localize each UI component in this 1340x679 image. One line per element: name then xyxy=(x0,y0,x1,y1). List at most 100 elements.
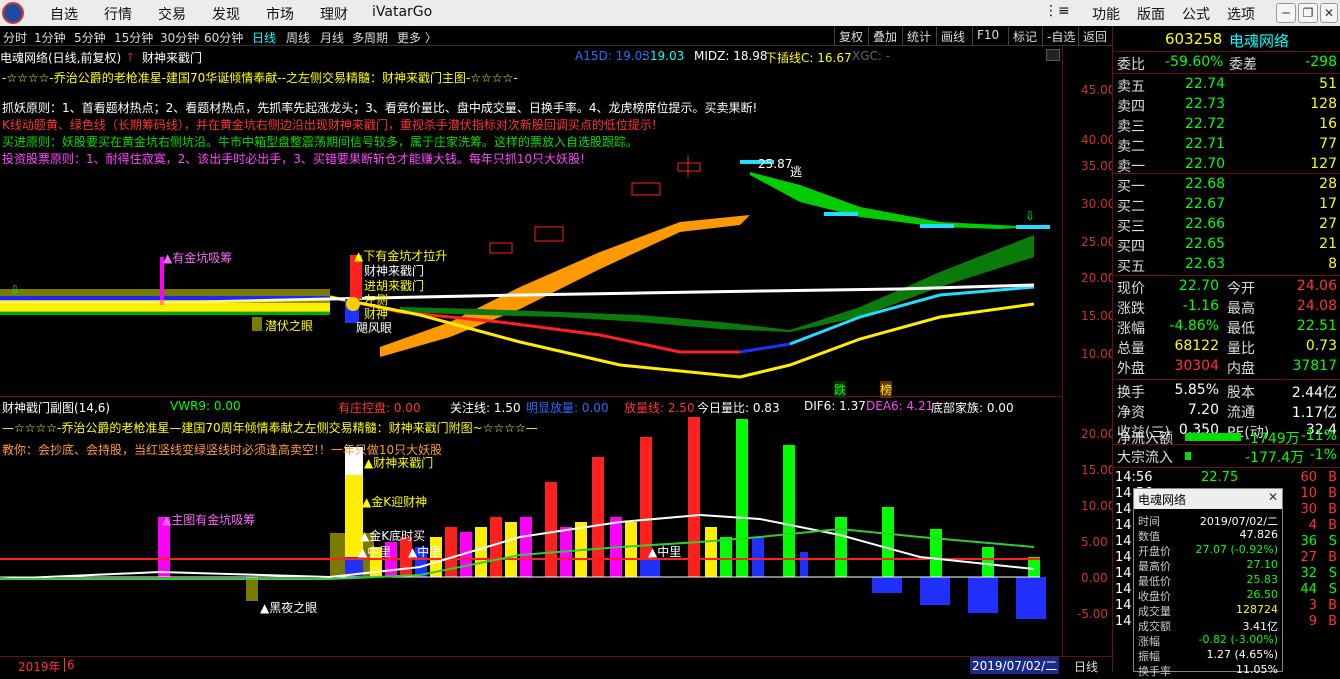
tick-side: B xyxy=(1328,518,1337,533)
sub-ann-jindi: ▲金K底时买 xyxy=(360,529,426,543)
xiachaxian-value: 下插线C: 16.67 xyxy=(765,51,852,65)
tick-side: S xyxy=(1328,582,1337,597)
menu-item-banmian[interactable]: 版面 xyxy=(1137,4,1165,24)
period-daily[interactable]: 日线 xyxy=(252,29,276,46)
period-more[interactable]: 更多 〉 xyxy=(397,29,437,46)
desc-line-1: -☆☆☆☆-乔治公爵的老枪准星-建国70华诞倾情奉献--之左侧交易精髓：财神来戳… xyxy=(2,71,518,85)
period-fenshi[interactable]: 分时 xyxy=(3,29,27,46)
sub-ann-heiye: ▲黑夜之眼 xyxy=(260,601,318,615)
stat2-value: 2.44亿 xyxy=(1291,385,1337,401)
popup-row: 成交额 3.41亿 xyxy=(1134,618,1282,633)
menu-item-gongneng[interactable]: 功能 xyxy=(1092,4,1120,24)
menu-item-ivatargo[interactable]: iVatarGo xyxy=(372,4,432,20)
jlr-value: -1749万 xyxy=(1245,431,1300,447)
period-1min[interactable]: 1分钟 xyxy=(34,29,66,46)
ask-volume: 127 xyxy=(1310,156,1337,172)
stat-value: -4.86% xyxy=(1169,318,1219,334)
ask-volume: 16 xyxy=(1319,116,1337,132)
toolbar-biaoji[interactable]: 标记 xyxy=(1008,27,1041,45)
stat2-label: 股本 xyxy=(1227,385,1255,401)
period-monthly[interactable]: 月线 xyxy=(320,29,344,46)
menu-item-shichang[interactable]: 市场 xyxy=(266,4,294,24)
stat-label: 涨幅 xyxy=(1117,321,1145,337)
popup-row: 最高价 27.10 xyxy=(1134,558,1282,573)
stat2-row: 净资 7.20 流通 1.17亿 xyxy=(1113,401,1340,421)
bar xyxy=(800,552,808,577)
stat-value: 24.08 xyxy=(1296,298,1337,314)
toolbar-zixuan[interactable]: -自选 xyxy=(1042,27,1079,45)
popup-value: 2019/07/02/二 xyxy=(1199,515,1278,528)
ask-label: 卖五 xyxy=(1117,79,1145,95)
stat-label: 现价 xyxy=(1117,281,1145,297)
bid-row: 买二 22.67 17 xyxy=(1113,195,1340,215)
toolbar-huaxian[interactable]: 画线 xyxy=(936,27,969,45)
ask-price: 22.70 xyxy=(1185,156,1226,172)
menu-item-gongshi[interactable]: 公式 xyxy=(1182,4,1210,24)
sub-title[interactable]: 财神戳门副图(14,6) xyxy=(2,399,110,416)
bid-price: 22.63 xyxy=(1185,256,1226,272)
tick-side: B xyxy=(1328,598,1337,613)
bid-volume: 21 xyxy=(1319,236,1337,252)
bid-price: 22.66 xyxy=(1185,216,1226,232)
popup-value: 3.41亿 xyxy=(1242,620,1279,633)
weicha-value: -298 xyxy=(1305,54,1337,70)
ask-volume: 77 xyxy=(1319,136,1337,152)
up-arrow-icon: 🡑 xyxy=(127,50,134,64)
menu-item-hangqing[interactable]: 行情 xyxy=(104,4,132,24)
stat-label: 总量 xyxy=(1117,341,1145,357)
stat2-value: 1.17亿 xyxy=(1291,405,1337,421)
sub-ann-zm1: ▲中里 xyxy=(358,545,392,559)
bid-price: 22.68 xyxy=(1185,176,1226,192)
period-15min[interactable]: 15分钟 xyxy=(114,29,153,46)
bar xyxy=(640,559,660,577)
tick-side: B xyxy=(1328,550,1337,565)
bid-label: 买四 xyxy=(1117,239,1145,255)
period-30min[interactable]: 30分钟 xyxy=(160,29,199,46)
popup-value: 47.826 xyxy=(1239,528,1279,541)
menu-item-xuanxiang[interactable]: 选项 xyxy=(1227,4,1255,24)
main-chart-panel[interactable]: 电魂网络(日线,前复权) 🡑 财神来戳门 A15D: 19.03 : 19.03… xyxy=(0,47,1062,398)
xgc-value: XGC: - xyxy=(852,49,891,63)
bar xyxy=(968,577,998,613)
toolbar-tongji[interactable]: 统计 xyxy=(902,27,935,45)
bid-volume: 17 xyxy=(1319,196,1337,212)
ask-price: 22.73 xyxy=(1185,96,1226,112)
period-weekly[interactable]: 周线 xyxy=(286,29,310,46)
toolbar-diejia[interactable]: 叠加 xyxy=(868,27,901,45)
weicha-label: 委差 xyxy=(1229,57,1257,73)
popup-key: 涨幅 xyxy=(1138,635,1160,648)
bar xyxy=(982,547,994,577)
menu-item-licai[interactable]: 理财 xyxy=(320,4,348,24)
weibi-row: 委比 -59.60% 委差 -298 xyxy=(1113,53,1340,73)
period-60min[interactable]: 60分钟 xyxy=(204,29,243,46)
app-logo-icon[interactable] xyxy=(2,2,24,24)
scroll-handle[interactable] xyxy=(1046,49,1060,61)
menu-item-faxian[interactable]: 发现 xyxy=(212,4,240,24)
popup-close-icon[interactable]: ✕ xyxy=(1268,490,1278,504)
toolbar-fanhui[interactable]: 返回 xyxy=(1078,27,1111,45)
dz-row: 大宗流入 -177.4万 -1% xyxy=(1113,446,1340,466)
ytick-10: 10.00 xyxy=(1081,347,1116,361)
sub-ytick-15: 15.00 xyxy=(1081,463,1116,477)
menu-item-zixuan[interactable]: 自选 xyxy=(50,4,78,24)
green-band-upper xyxy=(750,172,1034,229)
stat-value: -1.16 xyxy=(1182,298,1219,314)
sub-mingxian: 明显放量: 0.00 xyxy=(526,401,609,415)
sub-ytick-5: 5.00 xyxy=(1081,535,1108,549)
toolbar-f10[interactable]: F10 xyxy=(972,27,1003,45)
close-button[interactable]: ✕ xyxy=(1320,3,1338,23)
period-tab[interactable]: 日线 xyxy=(1074,658,1098,675)
minimize-button[interactable]: ─ xyxy=(1276,3,1296,23)
sub-vwr9: VWR9: 0.00 xyxy=(170,399,241,413)
bid-label: 买五 xyxy=(1117,259,1145,275)
restore-button[interactable]: ❐ xyxy=(1298,3,1318,23)
menu-item-jiaoyi[interactable]: 交易 xyxy=(158,4,186,24)
indicator-name[interactable]: 财神来戳门 xyxy=(142,49,202,66)
sub-dif6: DIF6: 1.37 xyxy=(804,399,866,413)
tick-volume: 32 xyxy=(1300,566,1317,581)
period-5min[interactable]: 5分钟 xyxy=(74,29,106,46)
sub-chart-panel[interactable]: 财神戳门副图(14,6) VWR9: 0.00 有庄控盘: 0.00 关注线: … xyxy=(0,396,1062,658)
period-multi[interactable]: 多周期 xyxy=(352,29,388,46)
ellipsis-icon[interactable]: ⋮≡ xyxy=(1044,3,1070,19)
toolbar-fuquan[interactable]: 复权 xyxy=(834,27,867,45)
